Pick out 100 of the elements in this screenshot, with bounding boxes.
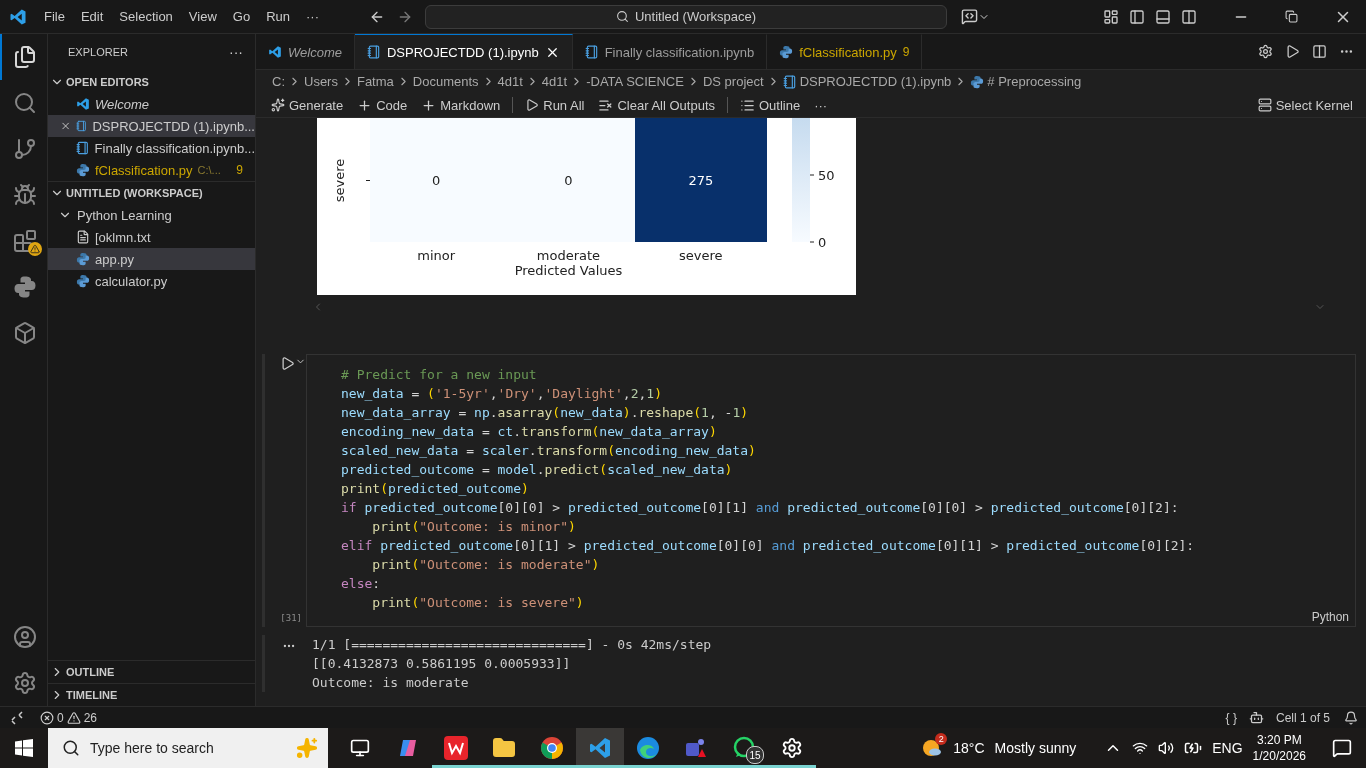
toolbar-button[interactable]: Clear All Outputs (593, 95, 720, 115)
notebook-icon (366, 45, 381, 59)
breadcrumb[interactable]: 4d1t (497, 74, 523, 89)
execution-count: [31] (280, 613, 303, 623)
notifications-icon[interactable] (1332, 738, 1352, 758)
open-editor-item[interactable]: fClassification.py C:\... 9 (48, 159, 255, 181)
file-tree-item[interactable]: calculator.py (48, 270, 255, 292)
wps-app-icon[interactable] (444, 736, 468, 760)
weather-icon[interactable] (921, 737, 944, 759)
open-editor-item[interactable]: DSPROJECTDD (1).ipynb... (48, 115, 255, 137)
breadcrumb[interactable]: Documents (412, 74, 479, 89)
select-kernel-button[interactable]: Select Kernel (1252, 95, 1358, 115)
copilot-icon[interactable] (1248, 710, 1264, 725)
folder-tree-item[interactable]: Python Learning (48, 204, 255, 226)
menu-item[interactable]: Go (224, 9, 259, 24)
axis-label: severe (332, 158, 348, 202)
command-center-search[interactable]: Untitled (Workspace) (425, 4, 947, 29)
clock[interactable]: 3:20 PM 1/20/2026 (1252, 732, 1306, 764)
chat-icon[interactable] (961, 8, 978, 25)
heatmap-cell: 0 (370, 118, 503, 242)
menu-item[interactable]: ··· (298, 9, 327, 24)
edge-icon[interactable] (636, 736, 660, 760)
list-icon (740, 97, 755, 113)
panel-toggle-icon[interactable] (1155, 8, 1171, 25)
cell-language[interactable]: Python (1311, 610, 1349, 624)
breadcrumb[interactable]: -DATA SCIENCE (586, 74, 684, 89)
browser-icon[interactable] (540, 736, 564, 760)
code-line: print("Outcome: is moderate") (371, 556, 600, 574)
menu-item[interactable]: Edit (72, 9, 112, 24)
breadcrumb[interactable]: Users (304, 74, 338, 89)
code-line: new_data_array = np.asarray(new_data).reshape(1, -1) (341, 404, 749, 422)
settings-icon[interactable] (1258, 44, 1273, 59)
wifi-icon[interactable] (1132, 740, 1149, 756)
more-actions[interactable]: ··· (229, 44, 243, 60)
run-icon (525, 98, 540, 112)
code-line: encoding_new_data = ct.transform(new_data_array) (341, 423, 717, 441)
breadcrumb[interactable]: C: (272, 74, 285, 89)
heatmap-cell: 275 (634, 118, 767, 242)
menu-item[interactable]: File (36, 9, 73, 24)
section-header[interactable]: OPEN EDITORS (48, 70, 255, 93)
breadcrumb[interactable]: Fatma (356, 74, 394, 89)
bell-icon[interactable] (1344, 710, 1358, 725)
brackets-indicator[interactable]: { } (1219, 710, 1243, 725)
clear-list-icon (598, 97, 614, 113)
breadcrumb[interactable]: DSPROJECTDD (1).ipynb (799, 74, 952, 89)
restore-icon[interactable] (1285, 10, 1298, 23)
section-header[interactable]: OUTLINE (48, 660, 255, 683)
remote-icon[interactable] (10, 710, 24, 725)
editor-tab[interactable]: DSPROJECTDD (1).ipynb (354, 34, 573, 69)
breadcrumb[interactable]: 4d1t (541, 74, 568, 89)
toolbar-button[interactable]: Code (352, 95, 413, 115)
files-icon (12, 45, 37, 69)
volume-icon[interactable] (1158, 740, 1175, 756)
notification-count: 15 (746, 746, 764, 764)
menu-item[interactable]: Run (258, 9, 298, 24)
menu-item[interactable]: Selection (111, 9, 181, 24)
split-icon[interactable] (1312, 44, 1327, 59)
python-icon (779, 45, 794, 59)
temperature[interactable]: 18°C (953, 740, 985, 756)
colorbar-tick: 50 (818, 167, 835, 183)
toolbar-button[interactable]: Generate (266, 95, 349, 115)
open-editor-item[interactable]: Welcome (48, 93, 255, 115)
folder-icon[interactable] (492, 736, 516, 760)
notebook-icon (584, 45, 599, 59)
colorbar-tick: 0 (818, 234, 827, 250)
run-cell-icon[interactable] (280, 356, 295, 371)
windows-start-icon[interactable] (15, 739, 33, 757)
vscode-logo-icon (268, 45, 282, 59)
layout-icon[interactable] (1103, 8, 1119, 25)
file-tree-item[interactable]: app.py (48, 248, 255, 270)
task-view-icon[interactable] (350, 738, 370, 758)
vscode-logo-icon[interactable] (588, 736, 612, 760)
sidebar-toggle-icon[interactable] (1129, 8, 1145, 25)
problems-indicator[interactable]: 0 26 (34, 710, 104, 725)
weather-text[interactable]: Mostly sunny (994, 740, 1077, 756)
language-indicator[interactable]: ENG (1212, 740, 1243, 756)
breadcrumb[interactable]: # Preprocessing (987, 74, 1082, 89)
menu-item[interactable]: View (180, 9, 225, 24)
code-line: if predicted_outcome[0][0] > predicted_outcome[0][1] and predicted_outcome[0][0] > predicted_outcome[0][2]: (341, 499, 1179, 517)
notebook-icon (76, 119, 88, 133)
run-icon[interactable] (1285, 44, 1300, 59)
breadcrumb[interactable]: DS project (702, 74, 764, 89)
notification-count: 2 (935, 733, 948, 745)
toolbar-button[interactable]: Run All (520, 95, 590, 115)
file-tree-item[interactable]: [oklmn.txt (48, 226, 255, 248)
toolbar-button[interactable]: Markdown (416, 95, 506, 115)
python-icon (970, 74, 985, 89)
copilot-icon[interactable] (397, 737, 419, 759)
taskbar-search[interactable]: Type here to search (48, 728, 328, 768)
taskbar-app[interactable]: 15 (720, 728, 768, 768)
split-icon[interactable] (1181, 8, 1197, 25)
toolbar-button[interactable]: Outline (735, 95, 806, 115)
toolbar-button[interactable]: ··· (809, 95, 833, 115)
section-header[interactable]: UNTITLED (WORKSPACE) (48, 181, 255, 204)
cell-position[interactable]: Cell 1 of 5 (1269, 710, 1336, 725)
text-file-icon (76, 230, 90, 244)
open-editor-item[interactable]: Finally classification.ipynb... (48, 137, 255, 159)
taskbar-app[interactable] (576, 728, 624, 768)
teams-icon[interactable] (684, 736, 708, 760)
axis-tick-label: minor (416, 247, 457, 263)
